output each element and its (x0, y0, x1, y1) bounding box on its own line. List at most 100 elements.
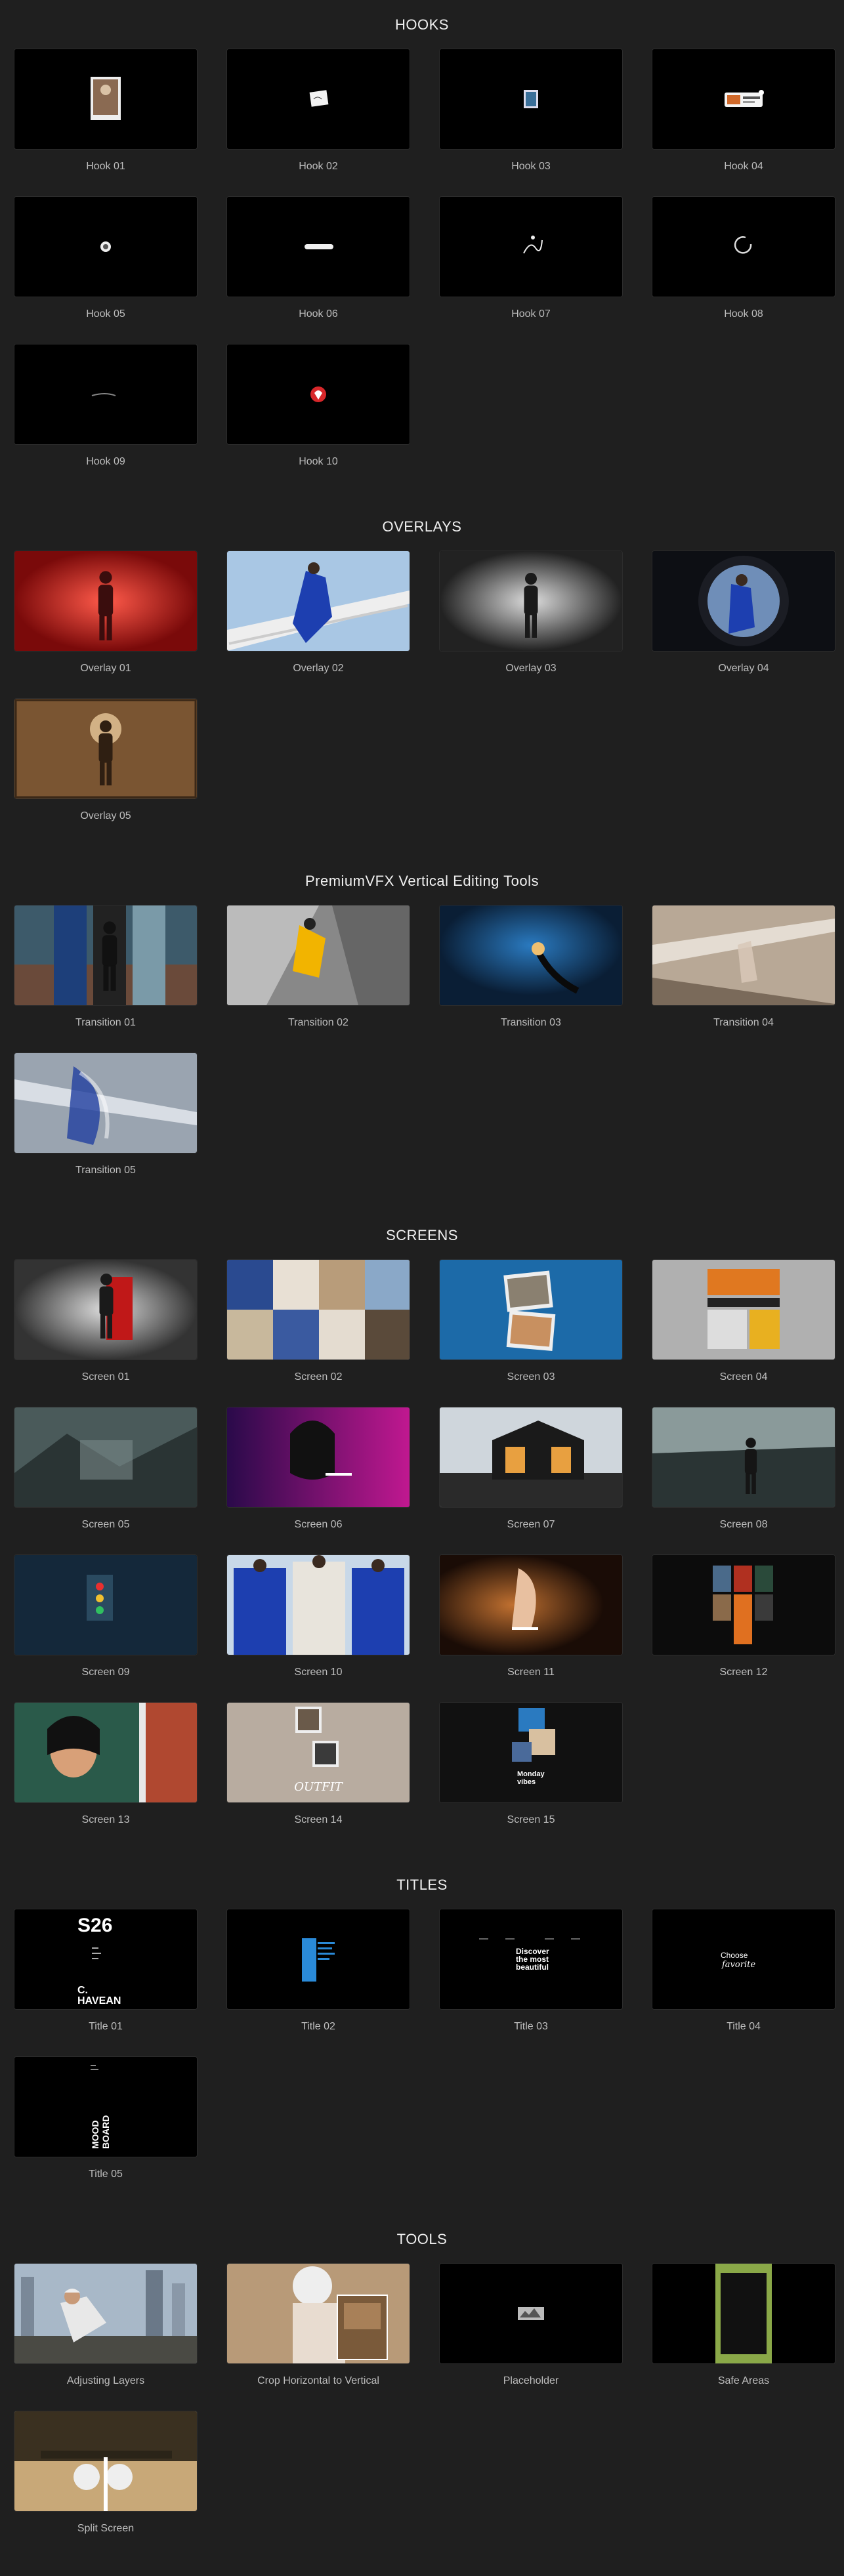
template-item-transition-03[interactable]: Transition 03 (439, 905, 623, 1036)
template-item-placeholder[interactable]: Placeholder (439, 2263, 623, 2394)
template-item-safe-areas[interactable]: Safe Areas (652, 2263, 835, 2394)
thumbnail[interactable]: OUTFIT (226, 1702, 410, 1803)
template-item-title-02[interactable]: Title 02 (226, 1909, 410, 2040)
thumbnail[interactable] (439, 1259, 623, 1360)
thumbnail-image (652, 197, 835, 297)
template-item-screen-12[interactable]: Screen 12 (652, 1554, 835, 1686)
thumbnail[interactable] (14, 698, 198, 799)
thumbnail[interactable] (439, 1407, 623, 1508)
thumbnail[interactable] (14, 2263, 198, 2364)
template-item-hook-03[interactable]: Hook 03 (439, 49, 623, 180)
template-item-screen-08[interactable]: Screen 08 (652, 1407, 835, 1538)
template-item-screen-10[interactable]: Screen 10 (226, 1554, 410, 1686)
thumbnail[interactable]: MOODBOARD (14, 2056, 198, 2157)
thumbnail[interactable] (14, 49, 198, 150)
thumbnail[interactable] (652, 1259, 835, 1360)
thumbnail[interactable] (226, 49, 410, 150)
template-item-split-screen[interactable]: Split Screen (14, 2411, 198, 2542)
template-item-hook-10[interactable]: Hook 10 (226, 344, 410, 475)
thumbnail[interactable] (439, 49, 623, 150)
thumbnail[interactable] (14, 2411, 198, 2512)
template-item-adjusting-layers[interactable]: Adjusting Layers (14, 2263, 198, 2394)
thumbnail[interactable] (14, 1554, 198, 1655)
thumbnail[interactable] (226, 1259, 410, 1360)
template-item-transition-05[interactable]: Transition 05 (14, 1052, 198, 1184)
template-item-hook-06[interactable]: Hook 06 (226, 196, 410, 327)
template-item-transition-01[interactable]: Transition 01 (14, 905, 198, 1036)
item-caption: Title 04 (727, 2021, 761, 2032)
template-item-screen-13[interactable]: Screen 13 (14, 1702, 198, 1833)
thumbnail[interactable] (652, 49, 835, 150)
thumbnail[interactable] (14, 1259, 198, 1360)
template-item-transition-04[interactable]: Transition 04 (652, 905, 835, 1036)
template-item-screen-02[interactable]: Screen 02 (226, 1259, 410, 1390)
thumbnail[interactable] (439, 2263, 623, 2364)
template-item-overlay-05[interactable]: Overlay 05 (14, 698, 198, 829)
thumbnail[interactable] (14, 196, 198, 297)
template-item-overlay-04[interactable]: Overlay 04 (652, 551, 835, 682)
template-item-overlay-02[interactable]: Overlay 02 (226, 551, 410, 682)
thumbnail[interactable]: S26 C. HAVEAN (14, 1909, 198, 2010)
thumbnail[interactable] (14, 551, 198, 652)
template-item-hook-09[interactable]: Hook 09 (14, 344, 198, 475)
thumbnail[interactable] (14, 1702, 198, 1803)
thumbnail[interactable] (439, 551, 623, 652)
item-caption: Screen 04 (719, 1371, 768, 1382)
thumbnail[interactable] (652, 1554, 835, 1655)
thumbnail[interactable] (652, 1407, 835, 1508)
template-item-screen-14[interactable]: OUTFIT Screen 14 (226, 1702, 410, 1833)
thumbnail[interactable] (439, 196, 623, 297)
thumbnail[interactable] (226, 905, 410, 1006)
thumbnail[interactable] (439, 905, 623, 1006)
template-item-title-04[interactable]: Choose favorite Title 04 (652, 1909, 835, 2040)
item-caption: Transition 02 (288, 1017, 348, 1028)
thumbnail[interactable] (226, 1554, 410, 1655)
template-item-screen-15[interactable]: Monday vibes Screen 15 (439, 1702, 623, 1833)
template-item-hook-01[interactable]: Hook 01 (14, 49, 198, 180)
thumbnail[interactable] (652, 551, 835, 652)
thumbnail[interactable]: Discover the most beautiful (439, 1909, 623, 2010)
thumbnail[interactable] (226, 196, 410, 297)
template-item-screen-05[interactable]: Screen 05 (14, 1407, 198, 1538)
template-item-hook-08[interactable]: Hook 08 (652, 196, 835, 327)
item-caption: Screen 03 (507, 1371, 555, 1382)
thumbnail[interactable] (652, 196, 835, 297)
thumbnail[interactable] (14, 1407, 198, 1508)
template-item-crop-horizontal-to-vertical[interactable]: Crop Horizontal to Vertical (226, 2263, 410, 2394)
template-item-title-03[interactable]: Discover the most beautiful Title 03 (439, 1909, 623, 2040)
template-item-title-01[interactable]: S26 C. HAVEAN Title 01 (14, 1909, 198, 2040)
template-item-screen-11[interactable]: Screen 11 (439, 1554, 623, 1686)
template-item-screen-03[interactable]: Screen 03 (439, 1259, 623, 1390)
thumbnail-image (14, 1407, 197, 1507)
item-caption: Hook 03 (511, 161, 551, 172)
thumbnail[interactable] (439, 1554, 623, 1655)
thumbnail-image (440, 49, 622, 149)
template-item-hook-07[interactable]: Hook 07 (439, 196, 623, 327)
item-caption: Hook 04 (724, 161, 763, 172)
template-item-hook-05[interactable]: Hook 05 (14, 196, 198, 327)
template-item-screen-07[interactable]: Screen 07 (439, 1407, 623, 1538)
thumbnail-image: Choosefavorite (652, 1909, 835, 2009)
thumbnail[interactable] (226, 1909, 410, 2010)
template-item-transition-02[interactable]: Transition 02 (226, 905, 410, 1036)
thumbnail[interactable]: Monday vibes (439, 1702, 623, 1803)
thumbnail[interactable] (14, 344, 198, 445)
thumbnail[interactable] (14, 905, 198, 1006)
thumbnail[interactable] (652, 905, 835, 1006)
thumbnail[interactable] (226, 551, 410, 652)
thumbnail[interactable] (226, 2263, 410, 2364)
thumbnail[interactable] (226, 344, 410, 445)
template-item-screen-04[interactable]: Screen 04 (652, 1259, 835, 1390)
thumbnail[interactable]: Choose favorite (652, 1909, 835, 2010)
template-item-title-05[interactable]: MOODBOARD Title 05 (14, 2056, 198, 2188)
template-item-overlay-01[interactable]: Overlay 01 (14, 551, 198, 682)
template-item-overlay-03[interactable]: Overlay 03 (439, 551, 623, 682)
template-item-screen-01[interactable]: Screen 01 (14, 1259, 198, 1390)
template-item-hook-04[interactable]: Hook 04 (652, 49, 835, 180)
thumbnail[interactable] (652, 2263, 835, 2364)
thumbnail[interactable] (226, 1407, 410, 1508)
template-item-hook-02[interactable]: Hook 02 (226, 49, 410, 180)
template-item-screen-09[interactable]: Screen 09 (14, 1554, 198, 1686)
template-item-screen-06[interactable]: Screen 06 (226, 1407, 410, 1538)
thumbnail[interactable] (14, 1052, 198, 1153)
